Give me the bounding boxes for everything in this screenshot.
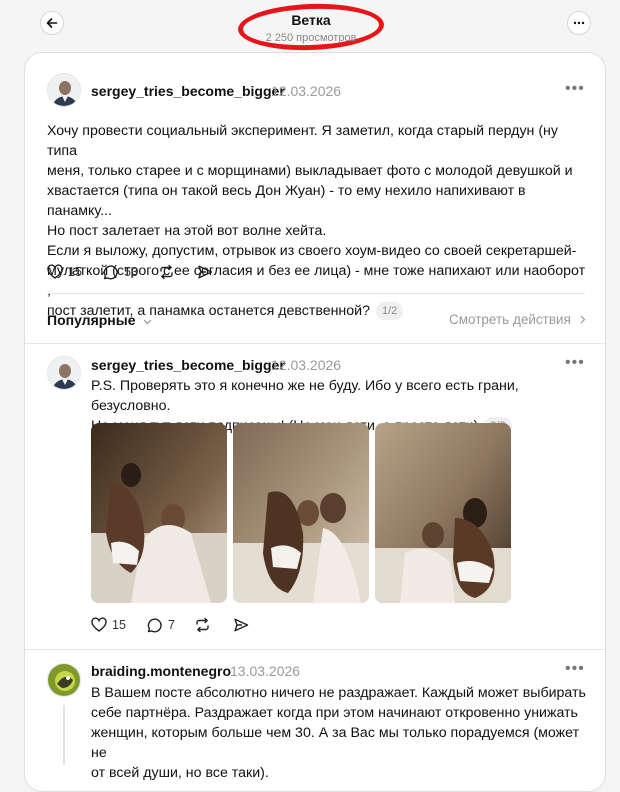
post-date[interactable]: 12.03.2026	[271, 83, 341, 99]
share-button[interactable]	[197, 264, 213, 280]
reply-line: P.S. Проверять это я конечно же не буду.…	[91, 378, 519, 414]
reply-date[interactable]: 13.03.2026	[230, 663, 300, 679]
post-more-icon[interactable]: •••	[565, 80, 585, 98]
heart-icon	[91, 617, 107, 632]
thread-line	[63, 705, 65, 765]
post-text: Хочу провести социальный эксперимент. Я …	[47, 121, 587, 321]
divider	[25, 343, 605, 344]
post-line: Но пост залетает на этой вот волне хейта…	[47, 223, 327, 239]
comment-button[interactable]: 7	[147, 617, 175, 633]
like-button[interactable]: 15	[47, 264, 82, 280]
photo-image	[375, 423, 511, 603]
post-pager: 1/2	[375, 302, 404, 320]
reply-text: В Вашем посте абсолютно ничего не раздра…	[91, 683, 591, 783]
post-line: меня, только старее и с морщинами) выкла…	[47, 163, 573, 179]
top-bar: Ветка 2 250 просмотров	[0, 0, 620, 53]
comment-button[interactable]: 53	[103, 264, 138, 280]
share-button[interactable]	[233, 617, 249, 633]
divider	[47, 293, 585, 294]
media-photo[interactable]	[91, 423, 227, 603]
photo-image	[91, 423, 227, 603]
repost-icon	[160, 264, 173, 280]
reply-more-icon[interactable]: •••	[565, 660, 585, 678]
views-count: 2 250 просмотров	[265, 32, 357, 44]
post-line: Если я выложу, допустим, отрывок из свое…	[47, 243, 577, 259]
like-count: 15	[68, 265, 82, 279]
reply-line: женщин, которым больше чем 30. А за Вас …	[91, 725, 580, 761]
repost-icon	[196, 617, 209, 633]
speech-bubble-icon	[103, 265, 118, 280]
page-title: Ветка	[291, 12, 331, 28]
post-line: Хочу провести социальный эксперимент. Я …	[47, 123, 558, 159]
chevron-down-icon	[143, 319, 152, 325]
sort-dropdown[interactable]: Популярные	[47, 312, 152, 328]
comment-count: 7	[168, 618, 175, 632]
comment-count: 53	[124, 265, 138, 279]
reply-username[interactable]: sergey_tries_become_bigger	[91, 357, 285, 373]
avatar[interactable]	[47, 663, 81, 697]
repost-button[interactable]	[158, 264, 175, 280]
post-line: хвастается (типа он такой весь Дон Жуан)…	[47, 183, 526, 219]
chevron-right-icon	[580, 315, 585, 324]
reply-line: В Вашем посте абсолютно ничего не раздра…	[91, 685, 586, 701]
photo-image	[233, 423, 369, 603]
thread-card: sergey_tries_become_bigger 12.03.2026 ••…	[24, 52, 606, 792]
speech-bubble-icon	[147, 618, 162, 633]
repost-button[interactable]	[194, 617, 211, 633]
media-photo[interactable]	[233, 423, 369, 603]
reply-username[interactable]: braiding.montenegro	[91, 663, 231, 679]
reply-line: от всей души, но все таки).	[91, 765, 269, 781]
sort-label: Популярные	[47, 312, 136, 328]
heart-icon	[47, 264, 63, 279]
like-count: 15	[112, 618, 126, 632]
avatar[interactable]	[47, 356, 81, 390]
arrow-left-icon	[46, 18, 58, 28]
like-button[interactable]: 15	[91, 617, 126, 633]
avatar-image	[48, 664, 80, 696]
reply-actions: 15 7	[91, 617, 391, 637]
view-activity-link[interactable]: Смотреть действия	[449, 312, 586, 327]
media-photo[interactable]	[375, 423, 511, 603]
send-icon	[234, 618, 249, 632]
avatar[interactable]	[47, 73, 81, 107]
thread-header: Ветка 2 250 просмотров	[237, 1, 385, 53]
reply-line: себе партнёра. Раздражает когда при этом…	[91, 705, 578, 721]
post-actions: 15 53	[47, 264, 347, 284]
thread-menu-button[interactable]	[567, 11, 591, 35]
divider	[25, 649, 605, 650]
send-icon	[198, 265, 213, 279]
avatar-image	[48, 357, 80, 389]
avatar-image	[48, 74, 80, 106]
post-username[interactable]: sergey_tries_become_bigger	[91, 83, 285, 99]
reply-more-icon[interactable]: •••	[565, 354, 585, 372]
more-horizontal-icon	[573, 21, 585, 25]
reply-date[interactable]: 12.03.2026	[271, 357, 341, 373]
activity-label: Смотреть действия	[449, 312, 571, 327]
back-button[interactable]	[40, 11, 64, 35]
